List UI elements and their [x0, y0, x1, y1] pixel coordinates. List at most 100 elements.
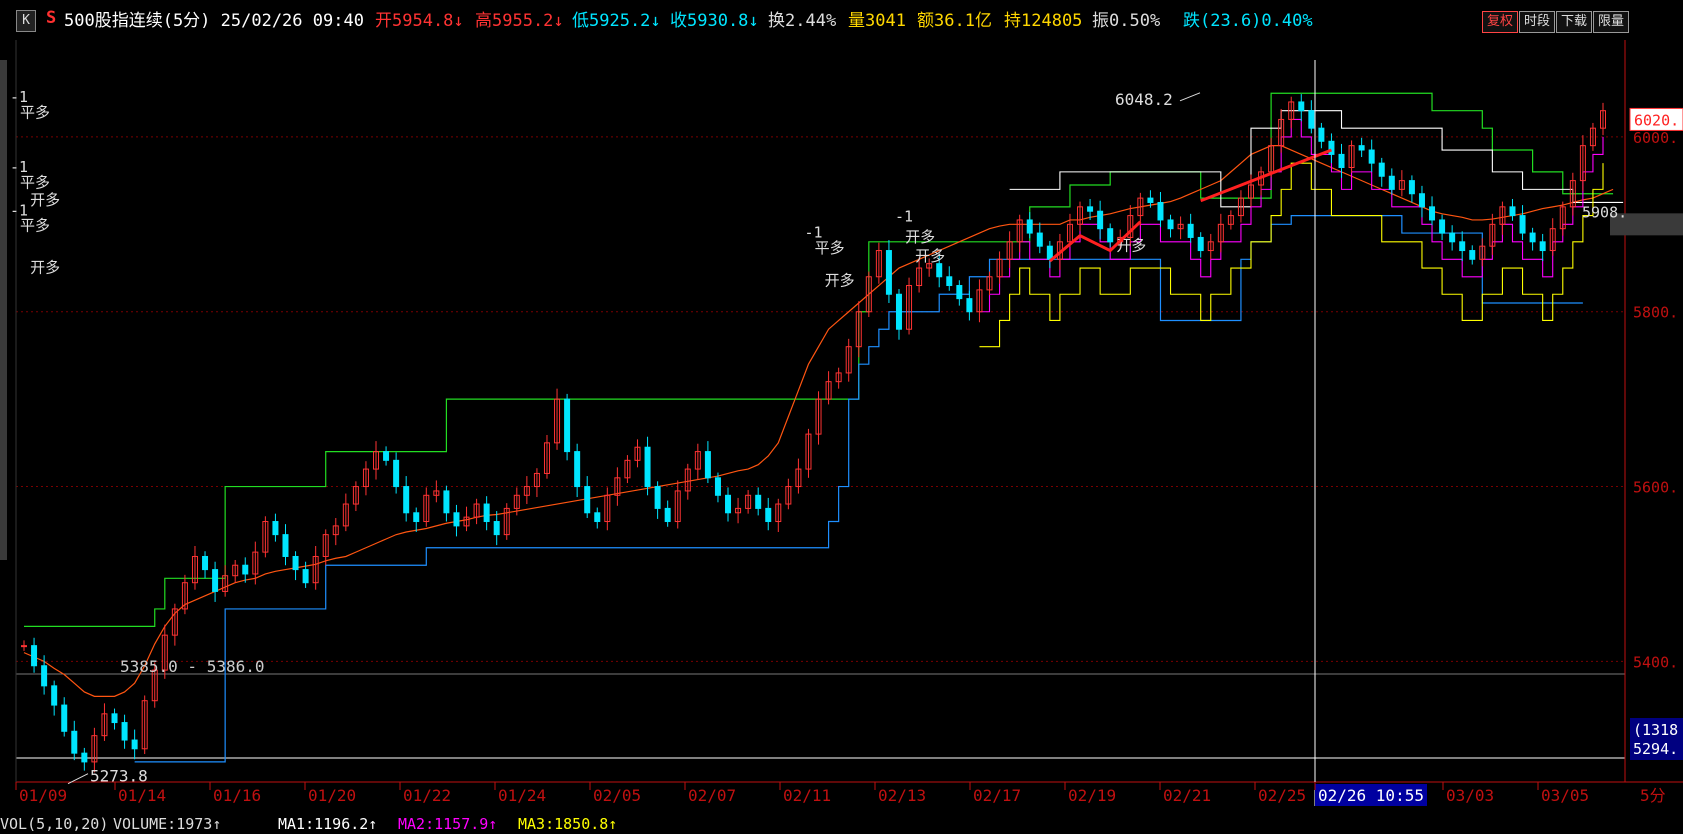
candle-body — [131, 739, 138, 750]
candle-body — [1429, 206, 1436, 221]
candle-body — [1418, 193, 1425, 208]
candle-body — [1529, 232, 1536, 243]
download-button[interactable]: 下载 — [1556, 11, 1592, 33]
candle-body — [493, 521, 500, 536]
vol-value: VOLUME:1973↑ — [113, 815, 222, 833]
signal-label: 开多 — [825, 272, 855, 290]
range-label: 5385.0 - 5386.0 — [120, 657, 265, 676]
candle-body — [31, 645, 38, 667]
candle-body — [584, 486, 591, 514]
candle-body — [121, 722, 128, 741]
signal-label: 平多 — [20, 216, 50, 234]
holding-value: 持124805 — [1004, 11, 1083, 31]
candle-body — [1368, 149, 1375, 164]
candle-body — [714, 477, 721, 496]
change-value: 跌(23.6)0.40% — [1183, 11, 1313, 31]
candle-body — [1378, 162, 1385, 177]
candle-body — [1046, 245, 1053, 260]
candle-body — [564, 398, 571, 453]
candle-body — [302, 569, 309, 584]
candle-body — [1308, 110, 1315, 129]
channel-top — [24, 92, 1614, 628]
time-tick-label: 01/22 — [403, 786, 451, 805]
kline-icon[interactable]: K — [16, 10, 36, 32]
candle-body — [1197, 236, 1204, 252]
time-tick-label: 02/26 10:55 — [1318, 786, 1424, 805]
price-tick-label: 5800. — [1633, 304, 1678, 322]
candle-body — [895, 293, 902, 330]
signal-label: 开多 — [30, 258, 60, 276]
candle-body — [1439, 219, 1446, 234]
candle-body — [936, 263, 943, 278]
kline-chart[interactable]: -1平多开多-1平多开多-1开多开多-1平多开多-1平多开多 6048.2527… — [0, 40, 1683, 814]
candle-body — [403, 486, 410, 514]
candle-body — [946, 276, 953, 287]
candle-body — [1408, 180, 1415, 195]
price-tick-label: 5600. — [1633, 479, 1678, 497]
candle-body — [1147, 197, 1154, 203]
high-price: 高5955.2↓ — [475, 11, 564, 31]
amount-value: 额36.1亿 — [917, 11, 992, 31]
candle-body — [1087, 206, 1094, 212]
candle-body — [1318, 127, 1325, 142]
candle-body — [71, 730, 78, 754]
candle-body — [765, 507, 772, 523]
time-tick-label: 01/16 — [213, 786, 261, 805]
candle-body — [966, 298, 973, 313]
candle-body — [1519, 215, 1526, 234]
bottom-badge-1: (1318 — [1633, 721, 1678, 739]
price-label-2: 5908. — [1582, 203, 1627, 221]
vol-ma2: MA2:1157.9↑ — [398, 815, 498, 833]
candle-body — [1449, 232, 1456, 243]
amplitude-value: 振0.50% — [1092, 11, 1161, 31]
stock-flag-icon: S — [46, 8, 57, 28]
signal-label: 开多 — [915, 247, 945, 265]
time-tick-label: 02/05 — [593, 786, 641, 805]
candle-body — [1026, 219, 1033, 234]
signal-label: 开多 — [30, 191, 60, 209]
time-tick-label: 02/17 — [973, 786, 1021, 805]
close-price: 收5930.8↓ — [670, 11, 759, 31]
candle-body — [383, 451, 390, 461]
period-label: 5分 — [1640, 786, 1666, 805]
time-tick-label: 02/13 — [878, 786, 926, 805]
time-tick-label: 03/05 — [1541, 786, 1589, 805]
candle-body — [1338, 153, 1345, 169]
candle-body — [1459, 241, 1466, 252]
candle-body — [272, 521, 279, 536]
candle-body — [41, 665, 48, 687]
time-tick-label: 02/07 — [688, 786, 736, 805]
price-tick-label: 5400. — [1633, 653, 1678, 671]
high-pointer — [1179, 92, 1201, 102]
candle-body — [413, 512, 420, 523]
time-tick-label: 02/21 — [1163, 786, 1211, 805]
candle-body — [574, 451, 581, 488]
time-tick-label: 01/24 — [498, 786, 546, 805]
channel-white — [1009, 110, 1624, 208]
channel-yellow — [979, 162, 1604, 348]
candle-body — [594, 512, 601, 523]
time-tick-label: 03/03 — [1446, 786, 1494, 805]
candle-body — [483, 503, 490, 523]
candle-body — [1187, 223, 1194, 238]
candle-body — [81, 752, 88, 763]
signal-label: 开多 — [905, 228, 935, 246]
open-price: 开5954.8↓ — [375, 11, 464, 31]
candle-body — [1036, 232, 1043, 247]
candle-body — [1298, 101, 1305, 112]
candle-body — [51, 685, 58, 706]
time-tick-label: 02/25 — [1258, 786, 1306, 805]
time-tick-label: 02/11 — [783, 786, 831, 805]
candle-body — [644, 446, 651, 488]
candle-body — [1358, 145, 1365, 151]
limit-button[interactable]: 限量 — [1593, 11, 1629, 33]
candle-body — [885, 250, 892, 295]
vol-ma3: MA3:1850.8↑ — [518, 815, 618, 833]
adjust-button[interactable]: 复权 — [1482, 11, 1518, 33]
session-button[interactable]: 时段 — [1519, 11, 1555, 33]
time-axis: 01/09 01/14 01/16 01/20 01/22 01/24 02/05 02/07… — [15, 782, 1666, 806]
time-tick-label: 02/19 — [1068, 786, 1116, 805]
candle-body — [292, 555, 299, 571]
price-axis: 5400. 5600. 5800. 6000.6020. 5908. (13185294. — [1582, 107, 1683, 760]
candle-body — [1107, 228, 1114, 243]
